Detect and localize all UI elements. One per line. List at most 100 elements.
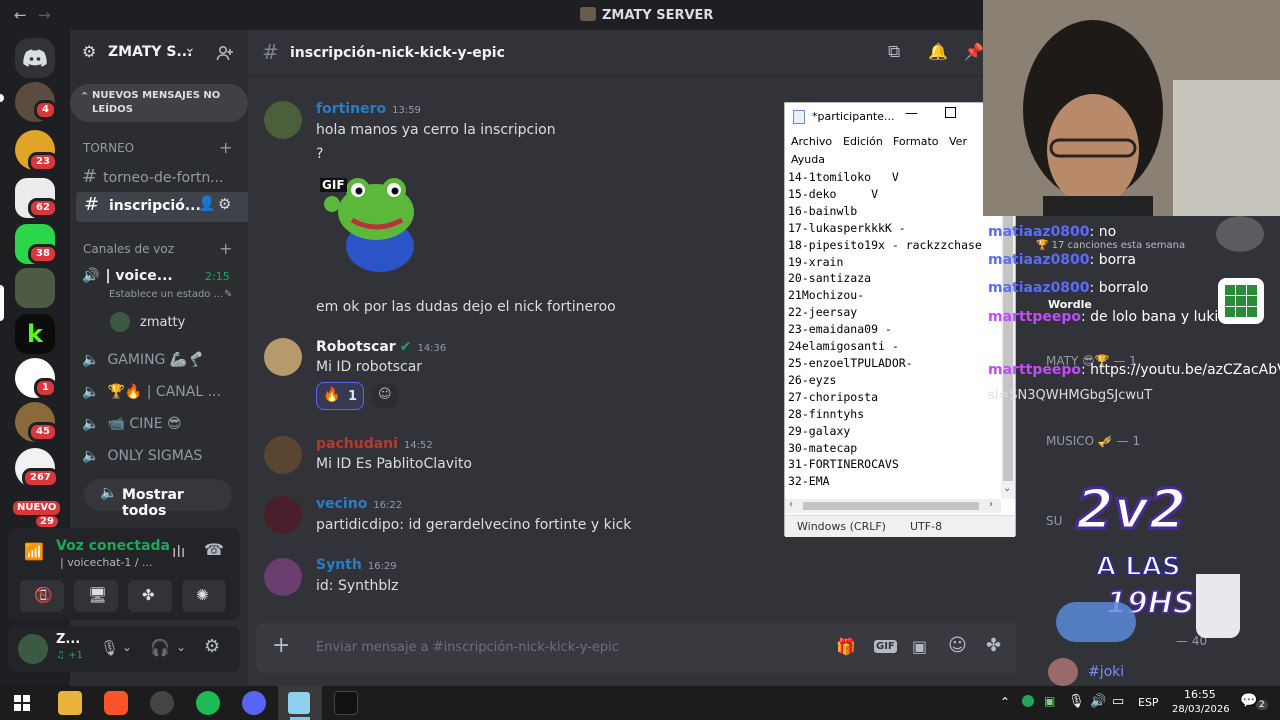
epic-games-icon[interactable] bbox=[334, 691, 358, 715]
show-all-button[interactable]: 🔈 Mostrar todos bbox=[84, 479, 232, 519]
gift-icon[interactable]: 🎁 bbox=[836, 637, 856, 656]
signal-icon[interactable]: 📶 bbox=[24, 542, 44, 561]
reaction-fire[interactable]: 🔥 1 bbox=[316, 382, 364, 410]
notepad-line[interactable]: 26-eyzs bbox=[788, 372, 982, 389]
gear-icon[interactable]: ⚙ bbox=[218, 195, 231, 213]
notepad-taskbar-active[interactable] bbox=[278, 686, 322, 720]
invite-icon[interactable]: 👤 bbox=[198, 196, 215, 212]
tray-app-icon[interactable]: ▣ bbox=[1044, 694, 1055, 708]
notepad-line[interactable]: 22-jeersay bbox=[788, 304, 982, 321]
clock-date[interactable]: 28/03/2026 bbox=[1172, 704, 1230, 715]
message-composer[interactable]: + Enviar mensaje a #inscripción-nick-kic… bbox=[256, 623, 1026, 673]
new-badge[interactable]: NUEVO bbox=[10, 498, 64, 518]
server-icon-kick[interactable]: k bbox=[15, 314, 55, 354]
notepad-line[interactable]: 23-emaidana09 - bbox=[788, 321, 982, 338]
unread-banner[interactable]: ⌃ NUEVOS MENSAJES NO LEÍDOS bbox=[70, 84, 248, 122]
add-channel-icon[interactable]: + bbox=[219, 239, 232, 258]
volume-icon[interactable]: 🔊 bbox=[1090, 694, 1106, 709]
category-torneo[interactable]: TORNEO bbox=[83, 141, 134, 155]
minimize-icon[interactable]: — bbox=[905, 106, 918, 121]
apps-icon[interactable]: ✤ bbox=[986, 635, 1001, 656]
maximize-icon[interactable] bbox=[945, 107, 956, 118]
notepad-line[interactable]: 25-enzoelTPULADOR- bbox=[788, 355, 982, 372]
add-channel-icon[interactable]: + bbox=[219, 138, 232, 157]
windows-start-icon[interactable] bbox=[14, 695, 30, 711]
menu-archivo[interactable]: Archivo bbox=[791, 135, 832, 148]
composer-placeholder[interactable]: Enviar mensaje a #inscripción-nick-kick-… bbox=[316, 640, 619, 655]
voice-channel-active[interactable]: 🔊 | voice... bbox=[82, 268, 173, 284]
scroll-thumb[interactable] bbox=[803, 502, 979, 510]
voice-channel-canal[interactable]: 🔈 🏆🔥 | CANAL ... bbox=[82, 384, 221, 400]
notepad-titlebar[interactable]: *participante... — bbox=[785, 103, 1015, 131]
voice-channel-cine[interactable]: 🔈 📹 CINE 😎 bbox=[82, 416, 182, 432]
message-author[interactable]: fortinero 13:59 bbox=[316, 101, 421, 117]
notepad-line[interactable]: 30-matecap bbox=[788, 440, 982, 457]
settings-gear-icon[interactable]: ⚙ bbox=[204, 636, 220, 657]
file-explorer-icon[interactable] bbox=[58, 691, 82, 715]
server-header[interactable]: ⚙ ZMATY S... ⌄ bbox=[70, 36, 248, 70]
notepad-line[interactable]: 28-finntyhs bbox=[788, 406, 982, 423]
notepad-line[interactable]: 19-xrain bbox=[788, 254, 982, 271]
avatar[interactable] bbox=[264, 101, 302, 139]
network-icon[interactable]: ▭ bbox=[1112, 694, 1124, 709]
notepad-line[interactable]: 24elamigosanti - bbox=[788, 338, 982, 355]
voice-channel-label[interactable]: | voicechat-1 / ... bbox=[60, 556, 153, 569]
microphone-tray-icon[interactable]: 🎙 bbox=[1068, 694, 1085, 709]
brave-browser-icon[interactable] bbox=[104, 691, 128, 715]
message-author[interactable]: Robotscar ✔ 14:36 bbox=[316, 339, 446, 355]
scroll-right-icon[interactable]: › bbox=[989, 499, 993, 510]
edit-icon[interactable]: ✎ bbox=[224, 289, 232, 300]
chevron-up-icon[interactable]: ⌃ bbox=[1000, 695, 1010, 709]
notepad-line[interactable]: 29-galaxy bbox=[788, 423, 982, 440]
language-indicator[interactable]: ESP bbox=[1138, 696, 1159, 709]
sticker-icon[interactable]: ▣ bbox=[912, 637, 927, 656]
notepad-line[interactable]: 17-lukasperkkkK - bbox=[788, 220, 982, 237]
message-author[interactable]: pachudani 14:52 bbox=[316, 436, 433, 452]
camera-button[interactable]: 📵 bbox=[20, 580, 64, 612]
back-arrow-icon[interactable]: ← bbox=[14, 6, 27, 24]
bell-icon[interactable]: 🔔 bbox=[928, 42, 948, 61]
attach-plus-icon[interactable]: + bbox=[272, 633, 290, 658]
scroll-left-icon[interactable]: ‹ bbox=[789, 499, 793, 510]
menu-formato[interactable]: Formato bbox=[893, 135, 939, 148]
spotify-icon[interactable] bbox=[196, 691, 220, 715]
avatar[interactable] bbox=[264, 558, 302, 596]
avatar[interactable] bbox=[264, 436, 302, 474]
menu-ver[interactable]: Ver bbox=[949, 135, 967, 148]
avatar[interactable] bbox=[18, 634, 48, 664]
notepad-line[interactable]: 20-santizaza bbox=[788, 270, 982, 287]
channel-torneo-de-fortnite[interactable]: # torneo-de-fortn... bbox=[82, 166, 224, 187]
notepad-line[interactable]: 27-choriposta bbox=[788, 389, 982, 406]
activities-button[interactable]: ✤ bbox=[128, 580, 172, 612]
add-reaction-button[interactable]: ☺ bbox=[372, 384, 398, 408]
threads-icon[interactable]: ⧉ bbox=[888, 42, 900, 62]
category-voice[interactable]: Canales de voz bbox=[83, 242, 174, 256]
headphones-icon[interactable]: 🎧 bbox=[150, 638, 170, 657]
scroll-down-icon[interactable]: ⌄ bbox=[1003, 483, 1011, 494]
obs-icon[interactable] bbox=[150, 691, 174, 715]
forward-arrow-icon[interactable]: → bbox=[38, 6, 51, 24]
notepad-line[interactable]: 14-1tomiloko V bbox=[788, 169, 982, 186]
server-icon-zmaty[interactable] bbox=[15, 268, 55, 308]
avatar[interactable] bbox=[264, 496, 302, 534]
menu-ayuda[interactable]: Ayuda bbox=[791, 153, 825, 166]
voice-channel-only-sigmas[interactable]: 🔈 ONLY SIGMAS bbox=[82, 448, 202, 464]
message-author[interactable]: vecino 16:22 bbox=[316, 496, 402, 512]
add-member-icon[interactable] bbox=[216, 44, 234, 62]
notepad-line[interactable]: 16-bainwlb bbox=[788, 203, 982, 220]
mic-icon[interactable]: 🎙 bbox=[100, 639, 119, 657]
share-screen-button[interactable]: 🖥 bbox=[74, 580, 118, 612]
horizontal-scrollbar[interactable]: ‹ › bbox=[785, 499, 1001, 513]
voice-user-name[interactable]: zmatty bbox=[140, 315, 185, 330]
voice-status-text[interactable]: Establece un estado ... bbox=[109, 289, 223, 300]
notepad-line[interactable]: 21Mochizou- bbox=[788, 287, 982, 304]
emoji-picker-icon[interactable]: ☺ bbox=[948, 635, 967, 656]
vertical-scrollbar[interactable]: ⌄ bbox=[1001, 169, 1015, 499]
chevron-down-icon[interactable]: ⌄ bbox=[176, 640, 186, 654]
notepad-text-area[interactable]: 14-1tomiloko V 15-deko V 16-bainwlb 17-luka… bbox=[788, 169, 982, 490]
avatar[interactable] bbox=[264, 338, 302, 376]
disconnect-icon[interactable]: ☎ bbox=[204, 540, 224, 559]
notepad-line[interactable]: 31-FORTINEROCAVS bbox=[788, 456, 982, 473]
gif-picker-icon[interactable]: GIF bbox=[874, 640, 897, 653]
soundboard-button[interactable]: ✺ bbox=[182, 580, 226, 612]
